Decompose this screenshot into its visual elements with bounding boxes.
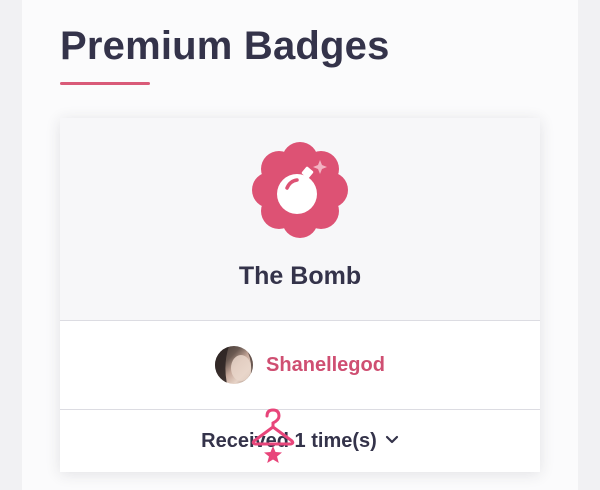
chevron-down-icon — [377, 432, 399, 450]
received-toggle[interactable]: Received 1 time(s) — [60, 410, 540, 472]
badge-card: The Bomb Shanellegod Received 1 time(s) — [60, 118, 540, 472]
username-link[interactable]: Shanellegod — [266, 354, 385, 377]
bomb-icon — [246, 136, 354, 244]
hanger-icon — [250, 408, 296, 464]
badge-giver-row[interactable]: Shanellegod — [60, 321, 540, 410]
avatar[interactable] — [215, 346, 254, 384]
badge-name: The Bomb — [238, 262, 362, 290]
title-underline — [60, 82, 150, 85]
page-title: Premium Badges — [60, 24, 390, 68]
badge-header: The Bomb — [60, 118, 540, 321]
